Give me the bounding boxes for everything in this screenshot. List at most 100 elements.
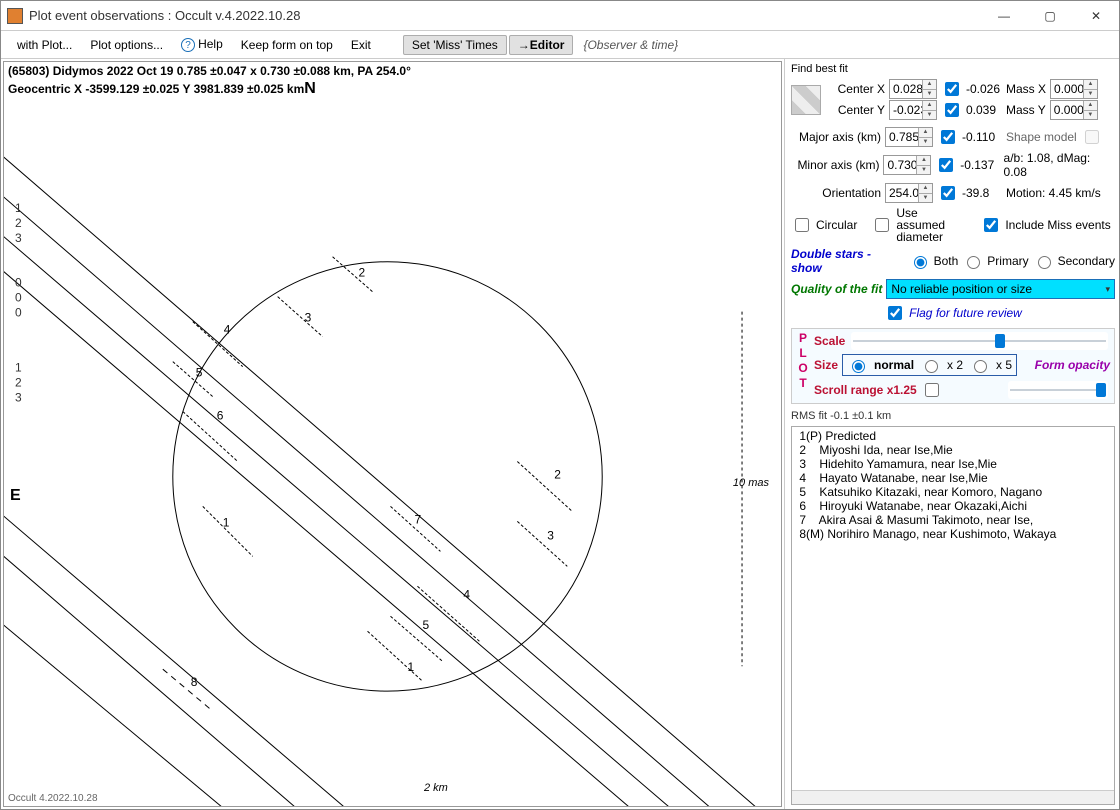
observer-time[interactable]: {Observer & time} (575, 35, 686, 55)
minor-label: Minor axis (km) (791, 158, 879, 172)
centery-chk[interactable] (945, 103, 959, 117)
size-x2-label: x 2 (947, 358, 963, 372)
quality-label: Quality of the fit (791, 282, 882, 296)
assumed-diam-chk[interactable] (875, 218, 889, 232)
svg-text:1: 1 (223, 515, 230, 529)
size-x5-radio[interactable] (974, 360, 987, 373)
menu-plot-options[interactable]: Plot options... (82, 35, 171, 55)
svg-text:1: 1 (407, 660, 414, 674)
ds-both-radio[interactable] (914, 256, 927, 269)
svg-text:5: 5 (422, 618, 429, 632)
svg-text:6: 6 (217, 409, 224, 423)
menu-exit[interactable]: Exit (343, 35, 379, 55)
minor-input[interactable]: 0.730▲▼ (883, 155, 931, 175)
rms-fit: RMS fit -0.1 ±0.1 km (791, 410, 1115, 422)
massy-label: Mass Y (1006, 103, 1046, 117)
fit-run-button[interactable] (791, 85, 821, 115)
scroll-range-chk[interactable] (925, 383, 939, 397)
centery-input[interactable]: -0.023▲▼ (889, 100, 937, 120)
shape-model-label: Shape model (1006, 130, 1077, 144)
centerx-label: Center X (831, 82, 885, 96)
size-label: Size (814, 358, 838, 372)
scale-slider[interactable] (851, 332, 1108, 350)
size-normal-radio[interactable] (852, 360, 865, 373)
svg-text:0: 0 (15, 291, 22, 305)
observer-list[interactable]: 1(P) Predicted 2 Miyoshi Ida, near Ise,M… (791, 426, 1115, 805)
menu-keep-on-top[interactable]: Keep form on top (233, 35, 341, 55)
major-input[interactable]: 0.785▲▼ (885, 127, 933, 147)
svg-text:1: 1 (15, 201, 22, 215)
menubar: with Plot... Plot options... ?Help Keep … (1, 31, 1119, 59)
orient-label: Orientation (791, 186, 881, 200)
double-stars-label: Double stars - show (791, 247, 905, 275)
scale-label: Scale (814, 334, 845, 348)
east-letter: E (10, 487, 21, 505)
svg-text:0: 0 (15, 276, 22, 290)
opacity-slider[interactable] (1008, 381, 1108, 399)
assumed-diam-label: Use assumed diameter (896, 207, 966, 243)
ds-primary-label: Primary (987, 254, 1028, 268)
centerx-delta: -0.026 (966, 82, 1002, 96)
find-best-fit-label: Find best fit (791, 63, 1115, 75)
plot-svg: 2 3 4 5 6 1 2 3 7 4 5 1 8 123 000 (4, 62, 781, 806)
svg-text:4: 4 (224, 323, 231, 337)
flag-review-chk[interactable] (888, 306, 902, 320)
help-icon: ? (181, 38, 195, 52)
include-miss-chk[interactable] (984, 218, 998, 232)
menu-with-plot[interactable]: with Plot... (9, 35, 80, 55)
size-normal-label: normal (874, 358, 914, 372)
size-x5-label: x 5 (996, 358, 1012, 372)
centery-delta: 0.039 (966, 103, 1002, 117)
svg-text:2: 2 (15, 216, 22, 230)
menu-help[interactable]: ?Help (173, 34, 231, 56)
ds-primary-radio[interactable] (967, 256, 980, 269)
observer-list-scrollbar[interactable] (792, 790, 1114, 804)
svg-text:3: 3 (15, 231, 22, 245)
scale-2km: 2 km (424, 782, 448, 794)
scale-10mas: 10 mas (733, 477, 769, 489)
ds-both-label: Both (934, 254, 959, 268)
plot-header: (65803) Didymos 2022 Oct 19 0.785 ±0.047… (8, 64, 411, 99)
quality-select[interactable]: No reliable position or size (886, 279, 1115, 299)
abdmag-label: a/b: 1.08, dMag: 0.08 (1004, 151, 1115, 179)
major-label: Major axis (km) (791, 130, 881, 144)
major-delta: -0.110 (962, 130, 1002, 144)
svg-text:5: 5 (196, 366, 203, 380)
to-editor-button[interactable]: →Editor (509, 35, 574, 55)
centerx-chk[interactable] (945, 82, 959, 96)
massx-input[interactable]: 0.000▲▼ (1050, 79, 1098, 99)
svg-text:8: 8 (191, 675, 198, 689)
massy-input[interactable]: 0.000▲▼ (1050, 100, 1098, 120)
orient-input[interactable]: 254.0▲▼ (885, 183, 933, 203)
north-letter: N (304, 80, 316, 97)
orient-delta: -39.8 (962, 186, 1002, 200)
svg-text:2: 2 (15, 376, 22, 390)
close-button[interactable]: ✕ (1073, 1, 1119, 30)
form-opacity-label: Form opacity (1021, 358, 1110, 372)
window-title: Plot event observations : Occult v.4.202… (29, 8, 981, 23)
centerx-input[interactable]: 0.028▲▼ (889, 79, 937, 99)
svg-text:0: 0 (15, 306, 22, 320)
plot-subtitle: Geocentric X -3599.129 ±0.025 Y 3981.839… (8, 82, 304, 96)
menu-help-label: Help (198, 37, 223, 51)
size-x2-radio[interactable] (925, 360, 938, 373)
maximize-button[interactable]: ▢ (1027, 1, 1073, 30)
ds-secondary-radio[interactable] (1038, 256, 1051, 269)
svg-text:2: 2 (359, 266, 366, 280)
svg-text:7: 7 (414, 512, 421, 526)
orient-chk[interactable] (941, 186, 955, 200)
plot-title: (65803) Didymos 2022 Oct 19 0.785 ±0.047… (8, 64, 411, 79)
flag-review-label: Flag for future review (909, 306, 1022, 320)
minimize-button[interactable]: — (981, 1, 1027, 30)
plot-config-panel: PLOT Scale Size normal x 2 x 5 Form opac… (791, 328, 1115, 404)
centery-label: Center Y (831, 103, 885, 117)
circular-label: Circular (816, 218, 857, 232)
plot-area[interactable]: 2 3 4 5 6 1 2 3 7 4 5 1 8 123 000 (3, 61, 782, 807)
scroll-range-label: Scroll range x1.25 (814, 383, 917, 397)
titlebar: Plot event observations : Occult v.4.202… (1, 1, 1119, 31)
circular-chk[interactable] (795, 218, 809, 232)
minor-chk[interactable] (939, 158, 953, 172)
motion-label: Motion: 4.45 km/s (1006, 186, 1101, 200)
set-miss-times-button[interactable]: Set 'Miss' Times (403, 35, 507, 55)
major-chk[interactable] (941, 130, 955, 144)
